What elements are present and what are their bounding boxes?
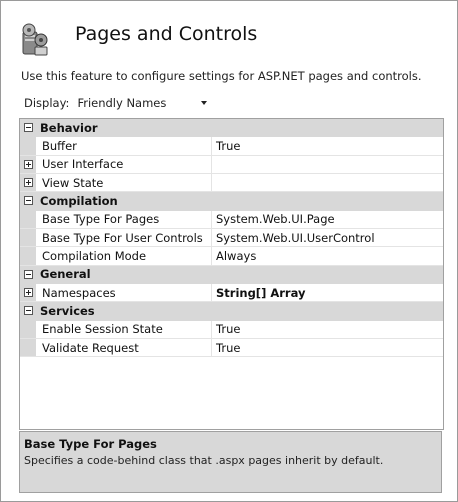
property-value[interactable] [212,174,443,191]
description-title: Base Type For Pages [24,437,157,451]
collapse-icon[interactable] [23,306,33,316]
row-gutter [20,173,36,192]
property-row-namespaces[interactable]: Namespaces String[] Array [20,283,443,303]
property-value[interactable]: Always [212,247,443,264]
property-row-view-state[interactable]: View State [20,173,443,193]
property-value[interactable]: System.Web.UI.UserControl [212,229,443,246]
property-value[interactable] [212,156,443,173]
collapse-icon[interactable] [23,269,33,279]
row-gutter [20,210,36,228]
property-row-user-interface[interactable]: User Interface [20,155,443,174]
category-label: Services [40,303,95,318]
property-name: Namespaces [36,283,212,302]
property-value[interactable]: String[] Array [212,284,443,301]
row-gutter [20,137,36,155]
description-panel: Base Type For Pages Specifies a code-beh… [19,431,442,493]
property-row-buffer[interactable]: Buffer True [20,137,443,156]
property-row-base-type-for-pages[interactable]: Base Type For Pages System.Web.UI.Page [20,210,443,229]
collapse-icon[interactable] [23,123,33,133]
property-value[interactable]: True [212,321,443,338]
row-gutter [20,338,36,357]
expand-icon[interactable] [23,159,33,169]
display-selected-value: Friendly Names [77,96,167,110]
display-row: Display: Friendly Names [19,93,215,113]
property-row-compilation-mode[interactable]: Compilation Mode Always [20,247,443,266]
property-name: View State [36,173,212,192]
category-label: Compilation [40,193,118,208]
row-gutter [20,320,36,338]
feature-page: Pages and Controls Use this feature to c… [0,0,458,502]
category-behavior[interactable]: Behavior [20,119,443,138]
page-title: Pages and Controls [75,23,258,45]
description-text: Specifies a code-behind class that .aspx… [24,454,384,467]
property-name: Validate Request [36,338,212,357]
row-gutter [20,283,36,302]
row-gutter [20,155,36,173]
category-services[interactable]: Services [20,302,443,321]
property-name: Base Type For User Controls [36,228,212,247]
settings-gears-icon [22,23,48,56]
category-label: Behavior [40,120,98,135]
category-gutter [20,192,36,210]
property-name: Buffer [36,137,212,155]
category-gutter [20,119,36,137]
property-value[interactable]: System.Web.UI.Page [212,211,443,228]
category-general[interactable]: General [20,265,443,284]
property-name: Enable Session State [36,320,212,338]
page-description: Use this feature to configure settings f… [21,69,422,83]
row-gutter [20,228,36,247]
display-label: Display: [24,96,70,110]
property-row-base-type-for-user-controls[interactable]: Base Type For User Controls System.Web.U… [20,228,443,248]
row-gutter [20,247,36,265]
collapse-icon[interactable] [23,196,33,206]
expand-icon[interactable] [23,178,33,188]
category-gutter [20,302,36,320]
property-grid: Behavior Buffer True User Interface View… [19,118,444,430]
property-name: User Interface [36,155,212,173]
category-gutter [20,265,36,283]
property-value[interactable]: True [212,339,443,356]
category-label: General [40,267,91,282]
display-dropdown[interactable]: Friendly Names [77,93,208,113]
chevron-down-icon[interactable] [201,101,208,105]
category-compilation[interactable]: Compilation [20,192,443,211]
property-row-enable-session-state[interactable]: Enable Session State True [20,320,443,339]
expand-icon[interactable] [23,288,33,298]
property-name: Base Type For Pages [36,210,212,228]
property-row-validate-request[interactable]: Validate Request True [20,338,443,358]
property-name: Compilation Mode [36,247,212,265]
property-value[interactable]: True [212,137,443,154]
